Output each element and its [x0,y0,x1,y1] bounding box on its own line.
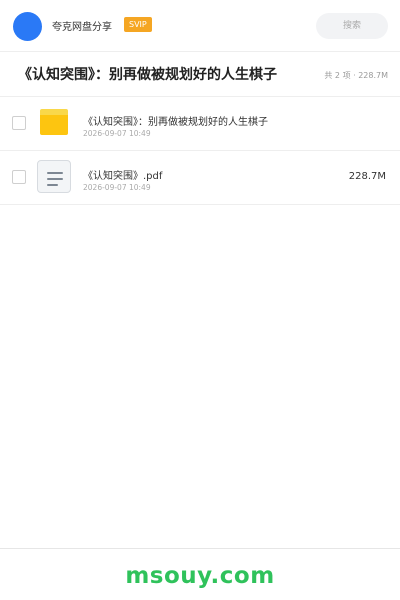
share-summary: 共 2 项 · 228.7M [324,71,388,80]
file-row-folder[interactable]: 《认知突围》：别再做被规划好的人生棋子 2026-09-07 10:49 [0,97,400,151]
avatar[interactable] [13,12,42,41]
svip-badge: SVIP [124,17,152,32]
search-input[interactable]: 搜索 [316,13,388,39]
app-name: 夸克网盘分享 [52,22,112,33]
share-header: 《认知突围》：别再做被规划好的人生棋子 共 2 项 · 228.7M [0,52,400,97]
file-date: 2026-09-07 10:49 [83,183,151,192]
file-date: 2026-09-07 10:49 [83,129,151,138]
site-watermark[interactable]: msouy.com [0,563,400,589]
file-row-pdf[interactable]: 《认知突围》.pdf 2026-09-07 10:49 228.7M [0,151,400,205]
file-name: 《认知突围》.pdf [83,171,163,182]
select-checkbox[interactable] [12,116,26,130]
top-bar: 夸克网盘分享 SVIP 搜索 [0,0,400,52]
file-name: 《认知突围》：别再做被规划好的人生棋子 [83,117,268,128]
footer: msouy.com [0,548,400,600]
file-size: 228.7M [348,171,386,182]
select-checkbox[interactable] [12,170,26,184]
folder-icon [40,109,68,135]
document-icon [37,160,71,193]
page-title: 《认知突围》：别再做被规划好的人生棋子 [18,67,277,83]
